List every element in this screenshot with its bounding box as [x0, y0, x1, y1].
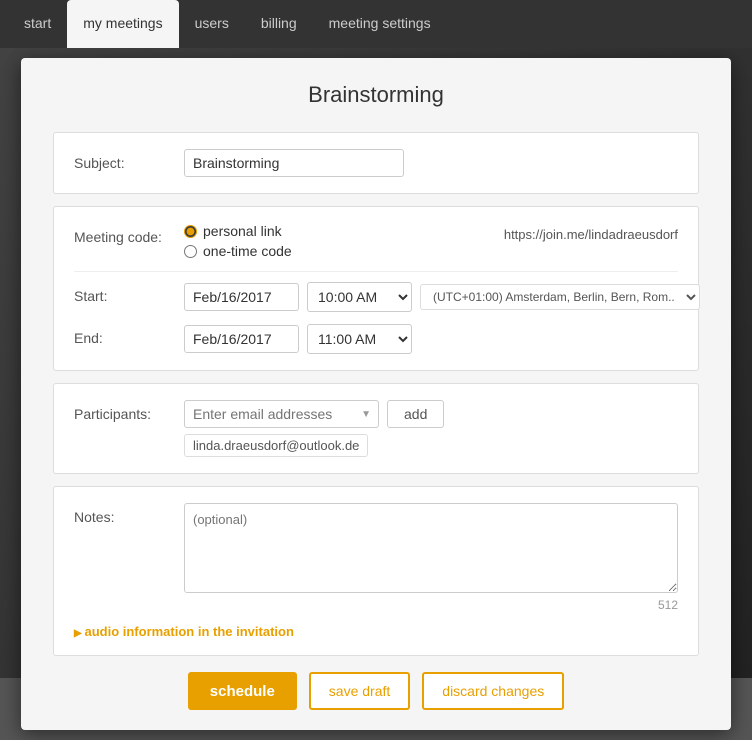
one-time-code-radio[interactable]	[184, 245, 197, 258]
participant-tag: linda.draeusdorf@outlook.de	[184, 434, 368, 457]
notes-footer: 512	[184, 598, 678, 612]
tab-meeting-settings[interactable]: meeting settings	[313, 0, 447, 48]
subject-input[interactable]	[184, 149, 404, 177]
participants-row: Participants: ▼ add linda.draeusdorf@out…	[74, 400, 678, 457]
notes-row: Notes: 512	[74, 503, 678, 612]
one-time-code-label: one-time code	[203, 243, 292, 259]
end-datetime: 11:00 AM	[184, 324, 678, 354]
end-label: End:	[74, 324, 184, 346]
modal-title: Brainstorming	[53, 82, 699, 108]
participants-input[interactable]	[184, 400, 379, 428]
meeting-code-label: Meeting code:	[74, 223, 184, 245]
notes-char-count: 512	[658, 598, 678, 612]
personal-link-label: personal link	[203, 223, 282, 239]
personal-link-radio[interactable]	[184, 225, 197, 238]
divider-1	[74, 271, 678, 272]
meeting-code-row: Meeting code: personal link one-time cod…	[74, 223, 678, 259]
tab-my-meetings[interactable]: my meetings	[67, 0, 178, 48]
audio-info-link[interactable]: audio information in the invitation	[74, 624, 294, 639]
start-label: Start:	[74, 282, 184, 304]
start-datetime: 10:00 AM (UTC+01:00) Amsterdam, Berlin, …	[184, 282, 700, 312]
participants-control: ▼ add linda.draeusdorf@outlook.de	[184, 400, 678, 457]
subject-control	[184, 149, 678, 177]
tab-users[interactable]: users	[179, 0, 245, 48]
start-date-input[interactable]	[184, 283, 299, 311]
meeting-details-section: Meeting code: personal link one-time cod…	[53, 206, 699, 371]
start-time-select[interactable]: 10:00 AM	[307, 282, 412, 312]
subject-section: Subject:	[53, 132, 699, 194]
start-control: 10:00 AM (UTC+01:00) Amsterdam, Berlin, …	[184, 282, 700, 312]
timezone-select[interactable]: (UTC+01:00) Amsterdam, Berlin, Bern, Rom…	[420, 284, 700, 310]
participants-input-wrap: ▼	[184, 400, 379, 428]
personal-link-url: https://join.me/lindadraeusdorf	[504, 223, 678, 242]
participant-email: linda.draeusdorf@outlook.de	[193, 438, 359, 453]
participants-label: Participants:	[74, 400, 184, 422]
end-control: 11:00 AM	[184, 324, 678, 354]
subject-label: Subject:	[74, 149, 184, 171]
notes-section: Notes: 512 audio information in the invi…	[53, 486, 699, 656]
end-time-select[interactable]: 11:00 AM	[307, 324, 412, 354]
end-row: End: 11:00 AM	[74, 324, 678, 354]
meeting-code-left: personal link one-time code	[184, 223, 292, 259]
meeting-modal: Brainstorming Subject: Meeting code:	[21, 58, 731, 730]
audio-info: audio information in the invitation	[74, 624, 678, 639]
subject-row: Subject:	[74, 149, 678, 177]
notes-label: Notes:	[74, 503, 184, 525]
modal-wrapper: Brainstorming Subject: Meeting code:	[0, 48, 752, 740]
notes-textarea[interactable]	[184, 503, 678, 593]
tab-start[interactable]: start	[8, 0, 67, 48]
end-date-input[interactable]	[184, 325, 299, 353]
meeting-code-control: personal link one-time code https://join…	[184, 223, 678, 259]
tab-bar: start my meetings users billing meeting …	[0, 0, 752, 48]
start-row: Start: 10:00 AM (UTC+01:00) Amsterdam, B…	[74, 282, 678, 312]
notes-control: 512	[184, 503, 678, 612]
personal-link-radio-label[interactable]: personal link	[184, 223, 292, 239]
participants-input-row: ▼ add	[184, 400, 678, 428]
one-time-code-radio-label[interactable]: one-time code	[184, 243, 292, 259]
tab-billing[interactable]: billing	[245, 0, 313, 48]
add-participant-button[interactable]: add	[387, 400, 444, 428]
meeting-code-inner: personal link one-time code https://join…	[184, 223, 678, 259]
participants-section: Participants: ▼ add linda.draeusdorf@out…	[53, 383, 699, 474]
